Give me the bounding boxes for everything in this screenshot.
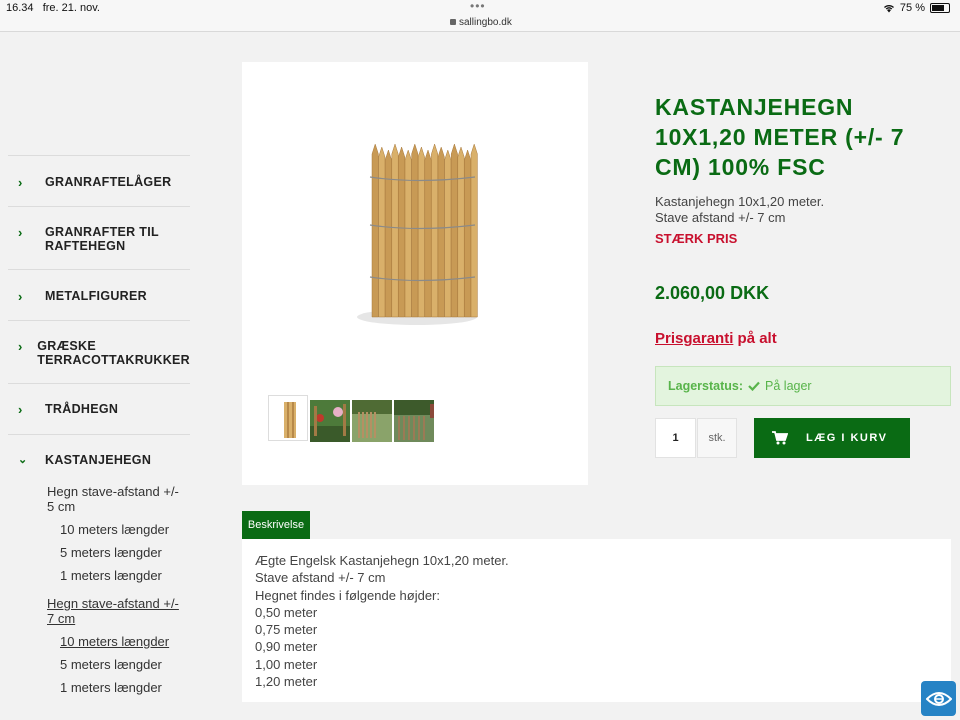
sidebar-item-tradhegn[interactable]: › TRÅDHEGN xyxy=(8,383,190,434)
add-to-cart-label: LÆG I KURV xyxy=(806,432,888,444)
sidebar-item-metalfigurer[interactable]: › METALFIGURER xyxy=(8,269,190,320)
subgroup-item[interactable]: 1 meters længder xyxy=(47,680,190,695)
fence-stake xyxy=(378,146,386,318)
product-price: 2.060,00 DKK xyxy=(655,283,770,303)
cart-icon xyxy=(772,431,788,445)
description-line: 0,50 meter xyxy=(255,604,318,620)
checkmark-icon xyxy=(748,381,760,391)
fence-stake xyxy=(464,149,472,318)
description-line: Ægte Engelsk Kastanjehegn 10x1,20 meter. xyxy=(255,553,509,568)
subgroup-item[interactable]: 1 meters længder xyxy=(47,568,190,583)
sidebar-item-label: METALFIGURER xyxy=(45,289,147,303)
fence-stake xyxy=(391,143,399,318)
subgroup-item-active[interactable]: 10 meters længder xyxy=(47,634,190,649)
chevron-right-icon: › xyxy=(18,225,23,240)
fence-stake xyxy=(470,143,478,318)
thumbnail-fence-garden[interactable] xyxy=(394,400,434,442)
sidebar-item-graeske-terracottakrukker[interactable]: › GRÆSKE TERRACOTTAKRUKKER xyxy=(8,320,190,383)
subgroup-item[interactable]: 5 meters længder xyxy=(47,657,190,672)
sidebar-item-label: KASTANJEHEGN xyxy=(45,453,152,467)
price-guarantee-link[interactable]: Prisgaranti xyxy=(655,330,733,347)
fence-stake xyxy=(437,146,445,318)
quantity-unit: stk. xyxy=(697,418,737,458)
fence-stake xyxy=(424,149,432,318)
stock-label: Lagerstatus: xyxy=(668,379,744,393)
description-line: 0,75 meter xyxy=(255,622,318,638)
fence-stake xyxy=(384,149,392,318)
fence-stake xyxy=(404,149,412,318)
address-bar[interactable]: sallingbo.dk xyxy=(450,17,512,28)
chevron-right-icon: › xyxy=(18,339,23,354)
more-dots-icon[interactable]: ••• xyxy=(470,0,486,13)
fence-stake xyxy=(431,143,439,318)
thumbnail-fence-path[interactable] xyxy=(352,400,392,442)
fence-stake xyxy=(398,146,406,318)
thumbnail-fence-roll[interactable] xyxy=(268,395,308,441)
strong-price-badge: STÆRK PRIS xyxy=(655,231,738,246)
fence-stake xyxy=(371,143,379,318)
chevron-right-icon: › xyxy=(18,175,23,190)
price-guarantee: Prisgaranti på alt xyxy=(655,330,777,347)
fence-stake xyxy=(457,146,465,318)
thumbnail-strip xyxy=(268,395,434,442)
eye-icon xyxy=(925,691,952,706)
fence-stake xyxy=(450,143,458,318)
subgroup-item[interactable]: 10 meters længder xyxy=(47,522,190,537)
product-title: KASTANJEHEGN 10X1,20 METER (+/- 7 CM) 10… xyxy=(655,94,905,180)
subgroup-title[interactable]: Hegn stave-afstand +/- 7 cm xyxy=(47,596,190,626)
battery-percent: 75 % xyxy=(899,2,925,14)
sidebar-item-kastanjehegn[interactable]: ⌄ KASTANJEHEGN xyxy=(8,434,190,484)
description-line: 0,90 meter xyxy=(255,639,318,655)
status-indicators: 75 % xyxy=(883,2,950,14)
sidebar-item-label: GRANRAFTER TIL RAFTEHEGN xyxy=(45,225,159,253)
description-line: 1,20 meter xyxy=(255,674,318,690)
fence-roll-image xyxy=(357,143,478,325)
description-line: Stave afstand +/- 7 cm xyxy=(255,570,386,586)
sidebar-item-label: GRANRAFTELÅGER xyxy=(45,175,172,189)
fence-stake xyxy=(411,143,419,318)
chevron-right-icon: › xyxy=(18,402,23,417)
battery-icon xyxy=(930,3,950,13)
subgroup-item[interactable]: 5 meters længder xyxy=(47,545,190,560)
description-line: Hegnet findes i følgende højder: xyxy=(255,587,440,603)
browser-status-bar: 16.34 fre. 21. nov. ••• sallingbo.dk 75 … xyxy=(0,0,960,32)
subgroup-7cm: Hegn stave-afstand +/- 7 cm 10 meters læn… xyxy=(8,596,190,695)
stock-status: Lagerstatus: På lager xyxy=(655,366,951,406)
sidebar-item-label: TRÅDHEGN xyxy=(45,402,119,416)
sidebar-item-granraftelager[interactable]: › GRANRAFTELÅGER xyxy=(8,155,190,206)
description-line: 1,00 meter xyxy=(255,656,318,672)
quantity-input[interactable]: 1 xyxy=(655,418,696,458)
subgroup-title[interactable]: Hegn stave-afstand +/- 5 cm xyxy=(47,484,190,514)
add-to-cart-button[interactable]: LÆG I KURV xyxy=(754,418,910,458)
product-short-description: Kastanjehegn 10x1,20 meter. Stave afstan… xyxy=(655,194,825,225)
sidebar-item-label: GRÆSKE TERRACOTTAKRUKKER xyxy=(37,339,190,367)
fence-stake xyxy=(444,149,452,318)
tab-description[interactable]: Beskrivelse xyxy=(242,511,310,539)
category-sidebar: › GRANRAFTELÅGER › GRANRAFTER TIL RAFTEHE… xyxy=(8,155,190,695)
sidebar-item-granrafter-til-raftehegn[interactable]: › GRANRAFTER TIL RAFTEHEGN xyxy=(8,206,190,269)
status-time: 16.34 fre. 21. nov. xyxy=(6,2,100,14)
description-panel: Ægte Engelsk Kastanjehegn 10x1,20 meter.… xyxy=(242,539,951,702)
fence-stake xyxy=(417,146,425,318)
stock-value: På lager xyxy=(765,379,812,393)
chevron-right-icon: › xyxy=(18,289,23,304)
subgroup-5cm: Hegn stave-afstand +/- 5 cm 10 meters læn… xyxy=(8,484,190,583)
wifi-icon xyxy=(883,5,894,13)
lock-icon xyxy=(450,19,456,25)
thumbnail-garden-flowers[interactable] xyxy=(310,400,350,442)
chevron-down-icon: ⌄ xyxy=(18,454,28,466)
accessibility-button[interactable] xyxy=(921,681,956,716)
